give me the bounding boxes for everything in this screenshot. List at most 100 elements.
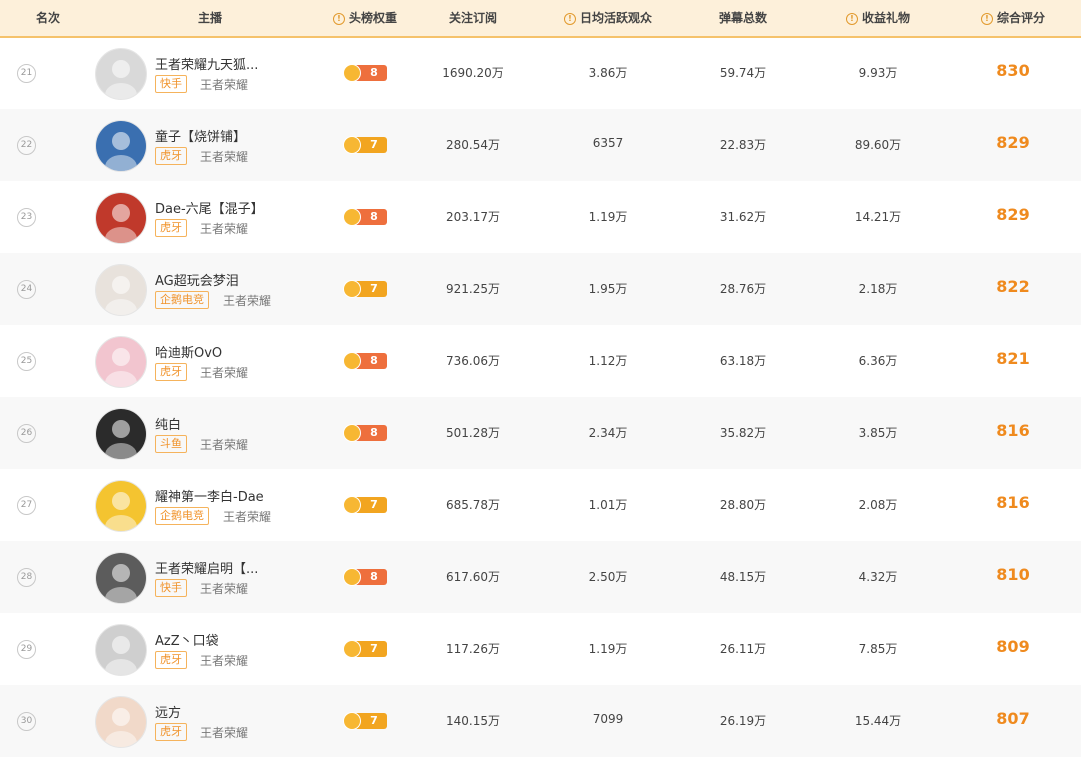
gifts-value: 9.93万 [858, 66, 898, 80]
weight-badge: 8 [343, 568, 387, 586]
weight-value: 8 [370, 354, 378, 367]
rank-badge: 24 [17, 280, 36, 299]
coin-icon [343, 640, 361, 658]
score-value: 829 [996, 205, 1030, 224]
daily-value: 2.34万 [588, 426, 628, 440]
col-rank[interactable]: 名次 [36, 0, 60, 36]
game-label: 王者荣耀 [200, 222, 249, 236]
streamer-name[interactable]: 哈迪斯OvO [155, 342, 222, 361]
weight-value: 8 [370, 426, 378, 439]
streamer-name[interactable]: 童子【烧饼铺】 [155, 126, 246, 145]
weight-value: 7 [370, 714, 378, 727]
weight-badge: 7 [343, 136, 387, 154]
streamer-name[interactable]: 纯白 [155, 414, 181, 433]
subs-value: 280.54万 [446, 138, 500, 152]
score-value: 830 [996, 61, 1030, 80]
score-value: 809 [996, 637, 1030, 656]
weight-value: 8 [370, 570, 378, 583]
platform-tag: 企鹅电竞 [155, 291, 209, 309]
daily-value: 6357 [592, 136, 624, 150]
danmaku-value: 48.15万 [719, 570, 767, 584]
daily-value: 1.19万 [588, 642, 628, 656]
streamer-name[interactable]: AG超玩会梦泪 [155, 270, 239, 289]
avatar[interactable] [95, 48, 147, 100]
avatar-image [96, 697, 146, 747]
coin-icon [343, 712, 361, 730]
table-row[interactable]: 25 哈迪斯OvO 虎牙 王者荣耀 8 736.06万 1.12万 63.18万… [0, 325, 1081, 397]
game-label: 王者荣耀 [223, 294, 272, 308]
avatar-image [96, 121, 146, 171]
col-weight[interactable]: ! 头榜权重 [332, 0, 398, 36]
platform-tag: 斗鱼 [155, 435, 187, 453]
col-subs[interactable]: 关注订阅 [449, 0, 497, 36]
avatar[interactable] [95, 120, 147, 172]
streamer-name[interactable]: 王者荣耀九天狐... [155, 54, 258, 73]
avatar[interactable] [95, 624, 147, 676]
daily-value: 1.01万 [588, 498, 628, 512]
weight-value: 7 [370, 642, 378, 655]
streamer-name[interactable]: 远方 [155, 702, 181, 721]
weight-badge: 8 [343, 208, 387, 226]
table-row[interactable]: 23 Dae-六尾【混子】 虎牙 王者荣耀 8 203.17万 1.19万 31… [0, 181, 1081, 253]
table-row[interactable]: 28 王者荣耀启明【... 快手 王者荣耀 8 617.60万 2.50万 48… [0, 541, 1081, 613]
weight-badge: 7 [343, 496, 387, 514]
weight-value: 8 [370, 210, 378, 223]
rank-badge: 23 [17, 208, 36, 227]
danmaku-value: 59.74万 [719, 66, 767, 80]
score-value: 816 [996, 421, 1030, 440]
rank-badge: 26 [17, 424, 36, 443]
coin-icon [343, 424, 361, 442]
subs-value: 685.78万 [446, 498, 500, 512]
col-gifts[interactable]: ! 收益礼物 [845, 0, 910, 36]
avatar[interactable] [95, 552, 147, 604]
danmaku-value: 35.82万 [719, 426, 767, 440]
rank-badge: 21 [17, 64, 36, 83]
avatar-image [96, 409, 146, 459]
info-icon[interactable]: ! [980, 13, 993, 25]
score-value: 816 [996, 493, 1030, 512]
streamer-name[interactable]: AzZ丶口袋 [155, 630, 219, 649]
table-row[interactable]: 27 耀神第一李白-Dae 企鹅电竞 王者荣耀 7 685.78万 1.01万 … [0, 469, 1081, 541]
col-daily[interactable]: ! 日均活跃观众 [563, 0, 653, 36]
table-row[interactable]: 21 王者荣耀九天狐... 快手 王者荣耀 8 1690.20万 3.86万 5… [0, 37, 1081, 109]
info-icon[interactable]: ! [845, 13, 858, 25]
table-row[interactable]: 24 AG超玩会梦泪 企鹅电竞 王者荣耀 7 921.25万 1.95万 28.… [0, 253, 1081, 325]
streamer-name[interactable]: 耀神第一李白-Dae [155, 486, 264, 505]
avatar[interactable] [95, 192, 147, 244]
col-streamer[interactable]: 主播 [198, 0, 222, 36]
rank-badge: 27 [17, 496, 36, 515]
streamer-name[interactable]: Dae-六尾【混子】 [155, 198, 264, 217]
col-danmaku[interactable]: 弹幕总数 [719, 0, 767, 36]
coin-icon [343, 352, 361, 370]
platform-tag: 虎牙 [155, 147, 187, 165]
avatar[interactable] [95, 408, 147, 460]
avatar[interactable] [95, 480, 147, 532]
avatar[interactable] [95, 336, 147, 388]
info-icon[interactable]: ! [563, 13, 576, 25]
table-row[interactable]: 30 远方 虎牙 王者荣耀 7 140.15万 7099 26.19万 15.4… [0, 685, 1081, 757]
table-row[interactable]: 26 纯白 斗鱼 王者荣耀 8 501.28万 2.34万 35.82万 3.8… [0, 397, 1081, 469]
score-value: 821 [996, 349, 1030, 368]
streamer-name[interactable]: 王者荣耀启明【... [155, 558, 258, 577]
weight-badge: 8 [343, 352, 387, 370]
ranking-table: 名次 主播 ! 头榜权重 关注订阅 ! 日均活跃观众 弹幕总数 ! 收益礼物 ! 综合评… [0, 0, 1081, 757]
col-score-label: 综合评分 [996, 11, 1046, 25]
danmaku-value: 28.80万 [719, 498, 767, 512]
gifts-value: 2.08万 [858, 498, 898, 512]
weight-value: 8 [370, 66, 378, 79]
info-icon[interactable]: ! [332, 13, 345, 25]
game-label: 王者荣耀 [200, 582, 249, 596]
danmaku-value: 28.76万 [719, 282, 767, 296]
coin-icon [343, 136, 361, 154]
table-row[interactable]: 22 童子【烧饼铺】 虎牙 王者荣耀 7 280.54万 6357 22.83万… [0, 109, 1081, 181]
col-score[interactable]: ! 综合评分 [980, 0, 1046, 36]
avatar[interactable] [95, 264, 147, 316]
col-daily-label: 日均活跃观众 [579, 11, 653, 25]
avatar[interactable] [95, 696, 147, 748]
subs-value: 617.60万 [446, 570, 500, 584]
col-weight-label: 头榜权重 [348, 11, 398, 25]
rank-badge: 25 [17, 352, 36, 371]
table-row[interactable]: 29 AzZ丶口袋 虎牙 王者荣耀 7 117.26万 1.19万 26.11万… [0, 613, 1081, 685]
rank-badge: 30 [17, 712, 36, 731]
weight-badge: 7 [343, 712, 387, 730]
